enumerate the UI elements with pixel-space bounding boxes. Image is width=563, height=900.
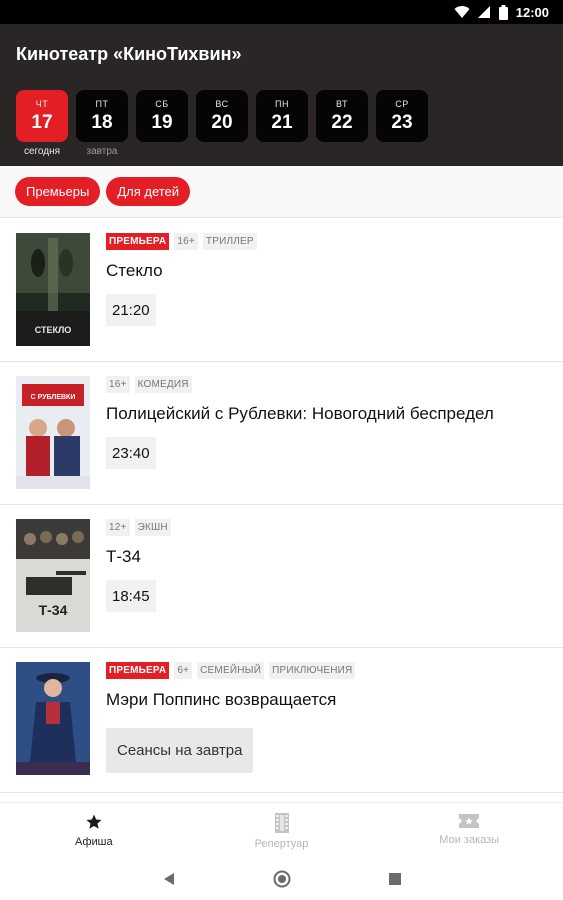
status-time: 12:00 bbox=[515, 4, 549, 20]
status-bar: 12:00 bbox=[0, 0, 563, 24]
date-weekday: ЧТ bbox=[35, 98, 49, 109]
home-button[interactable] bbox=[273, 870, 291, 888]
age-rating-badge: 16+ bbox=[174, 233, 198, 250]
date-box: ЧТ 17 bbox=[16, 90, 68, 142]
movie-poster[interactable] bbox=[16, 662, 90, 775]
nav-repertoire[interactable]: Репертуар bbox=[188, 803, 376, 858]
genre-badge: СЕМЕЙНЫЙ bbox=[197, 662, 265, 679]
system-navigation-bar bbox=[0, 858, 563, 900]
date-day: 22 bbox=[331, 111, 353, 133]
date-selector: ЧТ 17 сегодня ПТ 18 завтра СБ 19 ВС 20 П… bbox=[16, 90, 428, 158]
date-day: 17 bbox=[31, 111, 53, 133]
age-rating-badge: 12+ bbox=[106, 519, 130, 536]
page-title: Кинотеатр «КиноТихвин» bbox=[16, 44, 242, 64]
premiere-badge: ПРЕМЬЕРА bbox=[106, 662, 170, 679]
date-tab-18[interactable]: ПТ 18 завтра bbox=[76, 90, 128, 158]
date-tab-22[interactable]: ВТ 22 bbox=[316, 90, 368, 158]
age-rating-badge: 6+ bbox=[174, 662, 193, 679]
date-box: ПН 21 bbox=[256, 90, 308, 142]
filter-premieres-chip[interactable]: Премьеры bbox=[15, 177, 101, 206]
bottom-navigation: Афиша Репертуар Мои заказы bbox=[0, 802, 563, 858]
movie-item-rublevka[interactable]: С РУБЛЕВКИ 16+ КОМЕДИЯ Полицейский с Руб… bbox=[0, 362, 563, 505]
movie-poster[interactable]: СТЕКЛО bbox=[16, 233, 90, 346]
genre-badge: КОМЕДИЯ bbox=[134, 376, 192, 393]
date-caption: завтра bbox=[86, 146, 118, 157]
nav-label: Репертуар bbox=[254, 838, 309, 850]
date-caption: сегодня bbox=[23, 146, 61, 157]
movie-title: Стекло bbox=[106, 261, 163, 280]
movie-title: Полицейский с Рублевки: Новогодний беспр… bbox=[106, 404, 494, 423]
star-icon bbox=[86, 814, 102, 829]
film-strip-icon bbox=[274, 813, 289, 833]
showtime-button[interactable]: 23:40 bbox=[106, 437, 156, 469]
genre-badge: ЭКШН bbox=[134, 519, 171, 536]
app-header: Кинотеатр «КиноТихвин» ЧТ 17 сегодня ПТ … bbox=[0, 24, 563, 166]
date-weekday: СБ bbox=[155, 98, 169, 109]
movie-item-mary-poppins[interactable]: ПРЕМЬЕРА 6+ СЕМЕЙНЫЙ ПРИКЛЮЧЕНИЯ Мэри По… bbox=[0, 648, 563, 793]
date-box: ВС 20 bbox=[196, 90, 248, 142]
home-circle-icon bbox=[273, 870, 290, 888]
back-triangle-icon bbox=[163, 873, 174, 885]
date-box: ВТ 22 bbox=[316, 90, 368, 142]
date-weekday: ПН bbox=[275, 98, 289, 109]
recents-square-icon bbox=[388, 873, 401, 885]
nav-orders[interactable]: Мои заказы bbox=[375, 803, 563, 858]
date-tab-17[interactable]: ЧТ 17 сегодня bbox=[16, 90, 68, 158]
ticket-icon bbox=[459, 814, 480, 828]
premiere-badge: ПРЕМЬЕРА bbox=[106, 233, 170, 250]
showtime-button[interactable]: 21:20 bbox=[106, 294, 156, 326]
movie-item-steklo[interactable]: СТЕКЛО ПРЕМЬЕРА 16+ ТРИЛЛЕР Стекло 21:20 bbox=[0, 219, 563, 362]
date-tab-20[interactable]: ВС 20 bbox=[196, 90, 248, 158]
movie-tags: 16+ КОМЕДИЯ bbox=[106, 376, 192, 393]
movie-item-t34[interactable]: Т-34 12+ ЭКШН Т-34 18:45 bbox=[0, 505, 563, 648]
date-box: СР 23 bbox=[376, 90, 428, 142]
date-day: 18 bbox=[91, 111, 113, 133]
date-day: 20 bbox=[211, 111, 233, 133]
date-day: 19 bbox=[151, 111, 173, 133]
genre-badge: ПРИКЛЮЧЕНИЯ bbox=[269, 662, 356, 679]
showtime-button[interactable]: 18:45 bbox=[106, 580, 156, 612]
signal-icon bbox=[477, 6, 490, 18]
tomorrow-sessions-button[interactable]: Сеансы на завтра bbox=[106, 728, 254, 773]
movie-tags: 12+ ЭКШН bbox=[106, 519, 171, 536]
movie-tags: ПРЕМЬЕРА 16+ ТРИЛЛЕР bbox=[106, 233, 257, 250]
poster-title: С РУБЛЕВКИ bbox=[31, 394, 76, 401]
nav-label: Мои заказы bbox=[439, 834, 500, 846]
movie-title: Т-34 bbox=[106, 547, 141, 566]
movie-title: Мэри Поппинс возвращается bbox=[106, 690, 337, 709]
genre-badge: ТРИЛЛЕР bbox=[202, 233, 257, 250]
recents-button[interactable] bbox=[388, 873, 401, 885]
date-box: ПТ 18 bbox=[76, 90, 128, 142]
movie-poster[interactable]: Т-34 bbox=[16, 519, 90, 632]
movie-list: СТЕКЛО ПРЕМЬЕРА 16+ ТРИЛЛЕР Стекло 21:20… bbox=[0, 219, 563, 793]
poster-title: СТЕКЛО bbox=[35, 325, 72, 335]
date-weekday: ПТ bbox=[95, 98, 109, 109]
battery-icon bbox=[498, 4, 508, 20]
date-box: СБ 19 bbox=[136, 90, 188, 142]
movie-tags: ПРЕМЬЕРА 6+ СЕМЕЙНЫЙ ПРИКЛЮЧЕНИЯ bbox=[106, 662, 356, 679]
movie-poster[interactable]: С РУБЛЕВКИ bbox=[16, 376, 90, 489]
date-weekday: ВТ bbox=[336, 98, 348, 109]
filter-kids-chip[interactable]: Для детей bbox=[106, 177, 191, 206]
age-rating-badge: 16+ bbox=[106, 376, 130, 393]
filter-bar: Премьеры Для детей bbox=[0, 166, 563, 218]
date-day: 23 bbox=[391, 111, 413, 133]
date-weekday: ВС bbox=[215, 98, 229, 109]
nav-afisha[interactable]: Афиша bbox=[0, 803, 188, 858]
date-tab-21[interactable]: ПН 21 bbox=[256, 90, 308, 158]
wifi-icon bbox=[454, 6, 470, 19]
date-weekday: СР bbox=[395, 98, 409, 109]
nav-label: Афиша bbox=[75, 836, 113, 848]
poster-title: Т-34 bbox=[39, 602, 68, 618]
date-day: 21 bbox=[271, 111, 293, 133]
date-tab-23[interactable]: СР 23 bbox=[376, 90, 428, 158]
date-tab-19[interactable]: СБ 19 bbox=[136, 90, 188, 158]
back-button[interactable] bbox=[163, 872, 175, 886]
